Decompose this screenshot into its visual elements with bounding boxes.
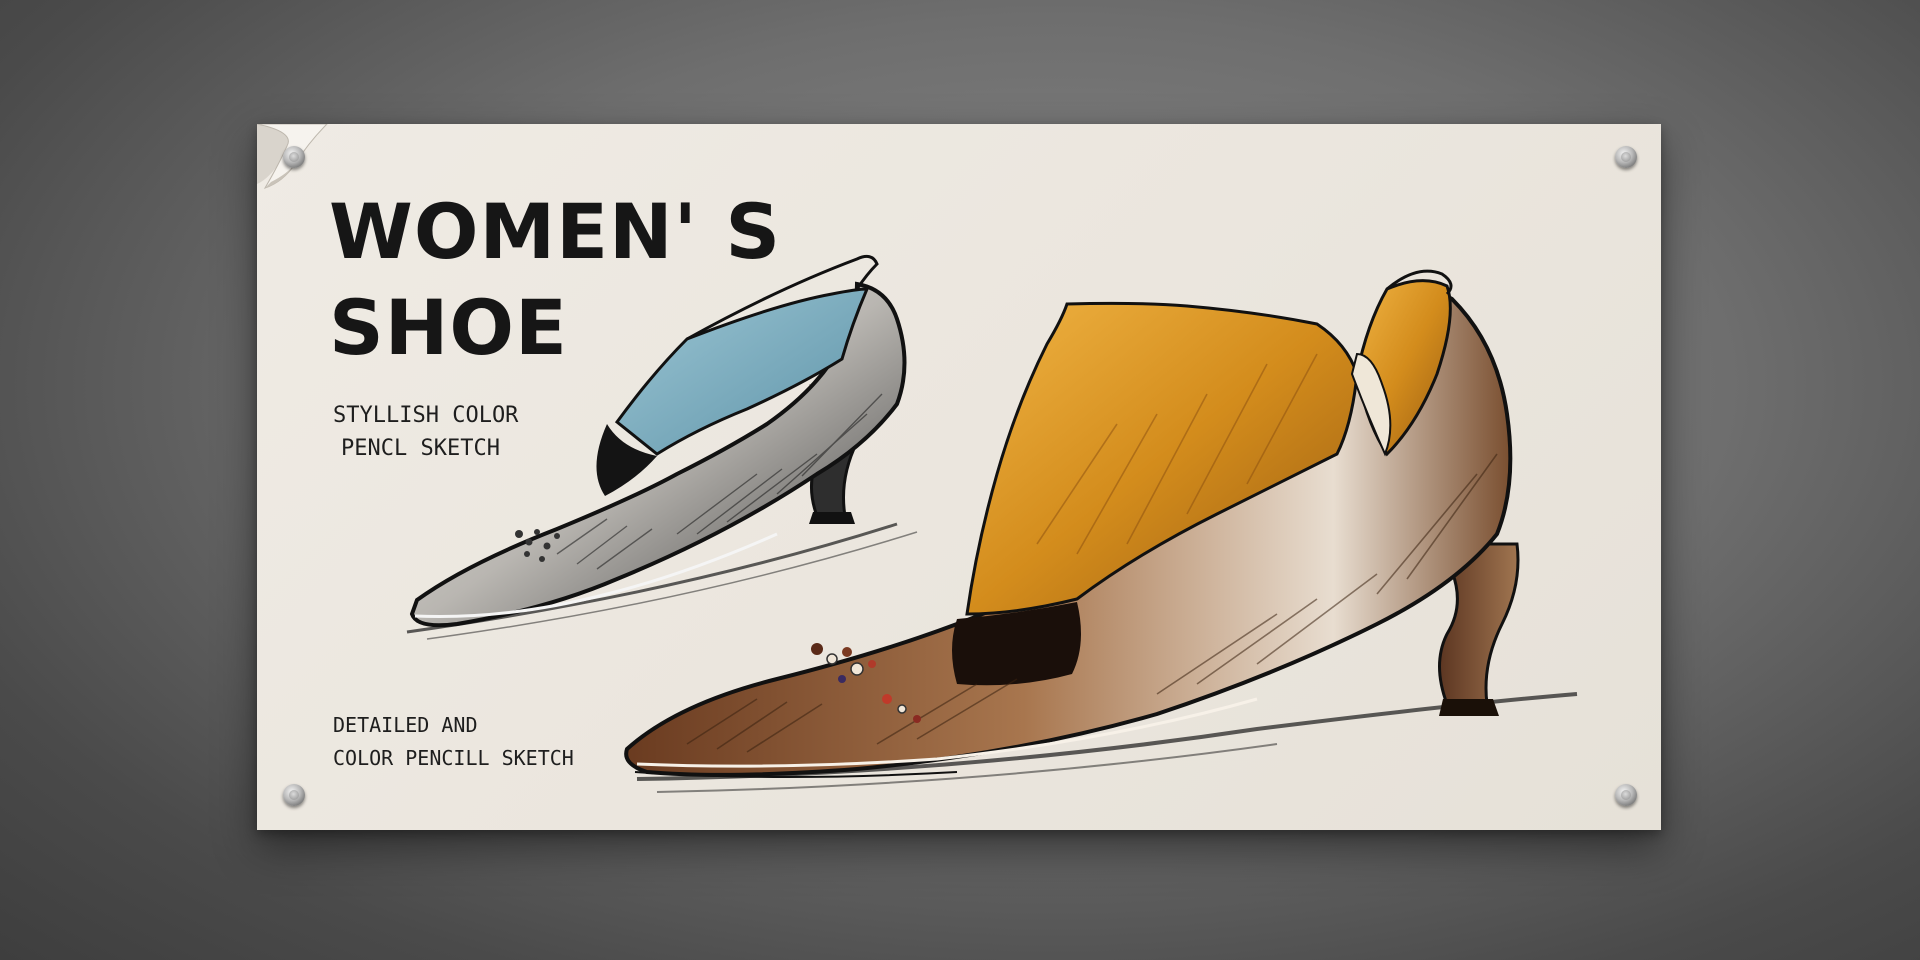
- shoe-sketch-illustration: [406, 254, 1578, 793]
- blue-grey-shoe: [406, 254, 918, 640]
- poster-board: WOMEN' S SHOE STYLLISH COLOR PENCL SKETC…: [257, 124, 1661, 830]
